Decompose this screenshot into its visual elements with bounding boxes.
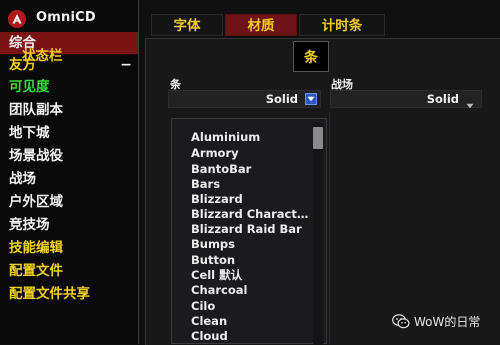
tab-timer-bar[interactable]: 计时条	[299, 14, 385, 36]
tooltip: 条	[293, 41, 329, 72]
dropdown-button[interactable]	[305, 93, 317, 105]
sidebar-item-profiles[interactable]: 配置文件	[0, 260, 138, 282]
sidebar-item-label: 配置文件共享	[9, 286, 90, 302]
sidebar-item-battleground[interactable]: 战场	[0, 168, 138, 190]
sidebar-item-visibility[interactable]: 可见度	[0, 76, 138, 98]
list-item[interactable]: Cilo	[191, 299, 215, 313]
sidebar-item-label: 场景战役	[9, 148, 63, 164]
list-item[interactable]: Aluminium	[191, 130, 260, 144]
select-value: Solid	[426, 92, 459, 106]
sidebar-item-label: 配置文件	[9, 263, 63, 279]
sidebar-item-label: 可见度	[9, 79, 50, 95]
chevron-down-icon[interactable]	[466, 94, 474, 113]
tab-label: 字体	[173, 18, 201, 34]
collapse-icon[interactable]: −	[120, 54, 132, 76]
list-item[interactable]: Cell 默认	[191, 268, 242, 282]
chevron-down-icon	[307, 96, 315, 102]
tooltip-text: 条	[304, 49, 318, 66]
sidebar-item-arena[interactable]: 竞技场	[0, 214, 138, 236]
sidebar-item-label: 竞技场	[9, 217, 50, 233]
battleground-texture-select[interactable]: Solid	[330, 90, 482, 109]
sidebar-item-scenario[interactable]: 场景战役	[0, 145, 138, 167]
omnicd-logo-icon	[8, 10, 26, 28]
texture-dropdown-list[interactable]: Aluminium Armory BantoBar Bars Blizzard …	[171, 118, 327, 345]
bar-texture-select[interactable]: Solid	[168, 90, 321, 108]
sidebar-item-label: 技能编辑	[9, 240, 63, 256]
wechat-icon	[392, 313, 410, 328]
list-item[interactable]: Blizzard Charact…	[191, 207, 308, 221]
scrollbar-thumb[interactable]	[313, 127, 323, 149]
tab-label: 计时条	[321, 18, 363, 34]
list-item[interactable]: Bumps	[191, 237, 235, 251]
list-item[interactable]: Charcoal	[191, 283, 247, 297]
app-header: OmniCD	[0, 0, 138, 34]
watermark: WoW的日常	[392, 312, 480, 330]
tab-bar: 字体 材质 计时条	[139, 14, 500, 38]
sidebar-item-label: 地下城	[9, 125, 50, 141]
list-item[interactable]: Button	[191, 253, 235, 267]
sidebar-item-label: 战场	[9, 171, 36, 187]
list-item[interactable]: Cloud	[191, 329, 228, 343]
sidebar-item-label: 团队副本	[9, 102, 63, 118]
list-item[interactable]: Clean	[191, 314, 227, 328]
sidebar: OmniCD 综合 友方 − 可见度 团队副本 地下城 场景战役 战场 户外区域…	[0, 0, 139, 344]
section-title: 状态栏	[22, 48, 63, 64]
scrollbar-track[interactable]	[313, 123, 323, 345]
sidebar-item-general[interactable]: 综合	[0, 32, 138, 54]
list-item[interactable]: Armory	[191, 146, 239, 160]
sidebar-item-raid[interactable]: 团队副本	[0, 99, 138, 121]
list-item[interactable]: Blizzard	[191, 192, 243, 206]
tab-texture[interactable]: 材质	[225, 14, 297, 36]
tab-label: 材质	[247, 18, 275, 34]
app-title: OmniCD	[36, 10, 96, 25]
list-item[interactable]: Blizzard Raid Bar	[191, 222, 302, 236]
watermark-text: WoW的日常	[414, 314, 481, 329]
list-item[interactable]: BantoBar	[191, 162, 251, 176]
sidebar-item-outdoor[interactable]: 户外区域	[0, 191, 138, 213]
sidebar-item-label: 户外区域	[9, 194, 63, 210]
tab-font[interactable]: 字体	[151, 14, 223, 36]
divider	[329, 112, 330, 344]
sidebar-item-spell-editor[interactable]: 技能编辑	[0, 237, 138, 259]
list-item[interactable]: Bars	[191, 177, 220, 191]
select-value: Solid	[265, 92, 298, 106]
sidebar-item-friendly[interactable]: 友方 −	[0, 54, 138, 76]
sidebar-item-dungeon[interactable]: 地下城	[0, 122, 138, 144]
sidebar-item-profile-sharing[interactable]: 配置文件共享	[0, 283, 138, 305]
